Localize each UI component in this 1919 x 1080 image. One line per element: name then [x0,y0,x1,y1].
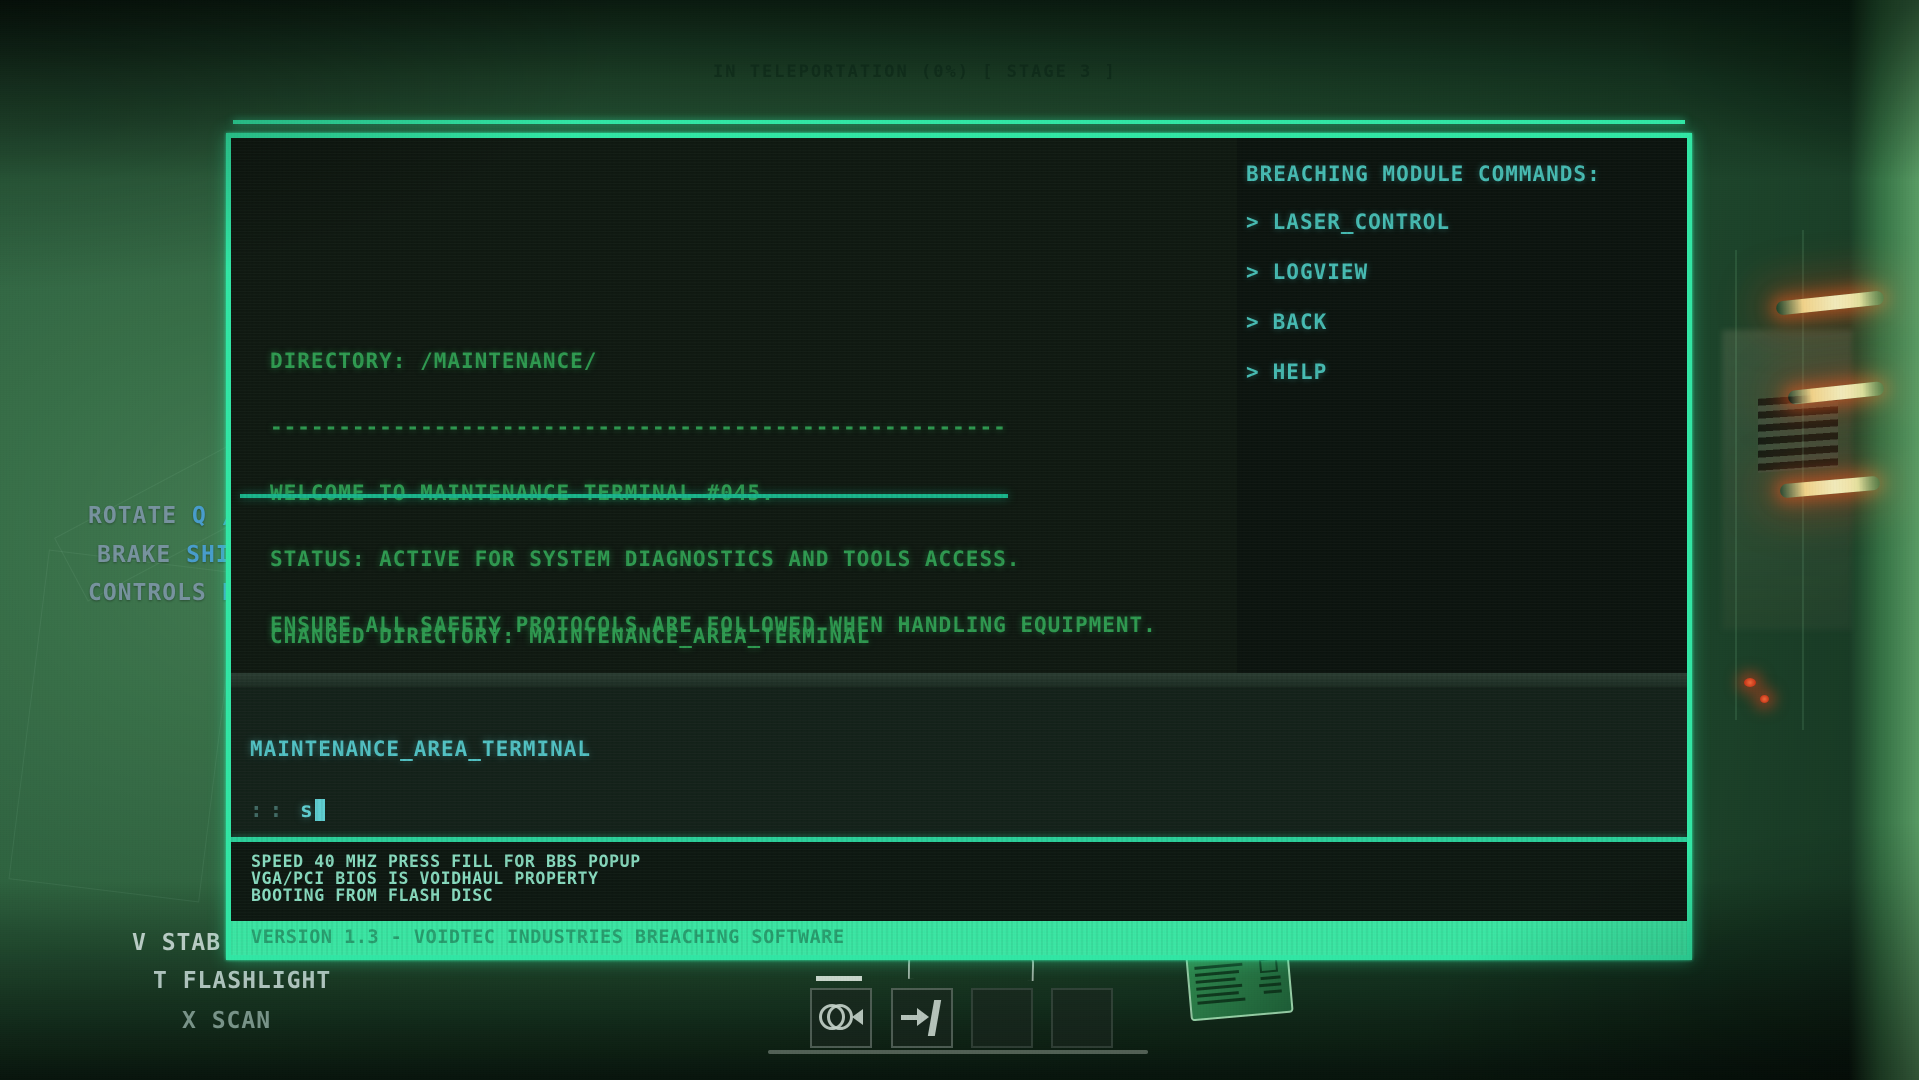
game-screen: IN TELEPORTATION (0%) [ STAGE 3 ] ROTATE… [0,0,1919,1080]
hud-hint-controls: CONTROLS F [88,580,236,606]
chevron-icon: > [1246,310,1260,334]
welcome-line: WELCOME TO MAINTENANCE TERMINAL #045. [270,482,1157,504]
server-rack [1758,393,1838,473]
hud-hint-label: BRAKE [97,542,186,568]
command-input[interactable]: s [300,798,325,822]
terminal-window: DIRECTORY: /MAINTENANCE/ ---------------… [226,133,1692,960]
command-label: BACK [1273,310,1328,334]
directory-line: DIRECTORY: /MAINTENANCE/ [270,350,1157,372]
chevron-icon: > [1246,360,1260,384]
hud-hint-label: CONTROLS [88,580,222,606]
command-item-laser-control[interactable]: > LASER_CONTROL [1246,210,1450,234]
hud-hint-stabilize: V STAB [132,930,221,956]
red-indicator-light [1744,678,1756,687]
hotbar-slot-empty[interactable] [1051,988,1113,1048]
prompt-symbol: :: [250,798,289,822]
hud-hint-scan: X SCAN [182,1008,271,1034]
section-divider-strip [231,673,1687,687]
terminal-name-label: MAINTENANCE_AREA_TERMINAL [250,737,591,761]
changed-directory-line: CHANGED DIRECTORY: MAINTENANCE_AREA_TERM… [270,624,870,648]
version-text: VERSION 1.3 - VOIDTEC INDUSTRIES BREACHI… [251,927,845,948]
command-panel: BREACHING MODULE COMMANDS: > LASER_CONTRO… [1237,138,1687,673]
command-label: HELP [1273,360,1328,384]
hotbar-slot-dock-tool[interactable] [891,988,953,1048]
hud-hint-rotate: ROTATE Q / [88,503,236,529]
hud-hint-label: ROTATE [88,503,192,529]
chevron-icon: > [1246,260,1260,284]
command-item-logview[interactable]: > LOGVIEW [1246,260,1368,284]
hotbar-slot-camera[interactable] [810,988,872,1048]
text-cursor [315,799,325,821]
hud-hint-flashlight: T FLASHLIGHT [153,968,331,994]
command-label: LASER_CONTROL [1273,210,1450,234]
command-item-help[interactable]: > HELP [1246,360,1327,384]
command-panel-title: BREACHING MODULE COMMANDS: [1246,162,1601,186]
version-bar: VERSION 1.3 - VOIDTEC INDUSTRIES BREACHI… [231,921,1687,955]
teleportation-stage-text: IN TELEPORTATION (0%) [ STAGE 3 ] [713,62,1117,82]
hotbar-slot-empty[interactable] [971,988,1033,1048]
hotbar-selected-indicator [816,976,862,981]
hud-hint-brake: BRAKE SHIF [97,542,245,568]
separator-line: ----------------------------------------… [270,416,1157,438]
status-line: STATUS: ACTIVE FOR SYSTEM DIAGNOSTICS AN… [270,548,1157,570]
light-streak [1735,250,1737,720]
output-divider-line [240,494,1008,498]
command-item-back[interactable]: > BACK [1246,310,1327,334]
input-value: s [300,798,314,822]
prompt-section: MAINTENANCE_AREA_TERMINAL :: s [231,687,1687,837]
bios-line: BOOTING FROM FLASH DISC [251,886,493,905]
chevron-icon: > [1246,210,1260,234]
red-indicator-light [1760,695,1769,703]
command-label: LOGVIEW [1273,260,1369,284]
hotbar-underline [768,1050,1148,1054]
bios-section: SPEED 40 MHZ PRESS FILL FOR BBS POPUP VG… [231,842,1687,921]
